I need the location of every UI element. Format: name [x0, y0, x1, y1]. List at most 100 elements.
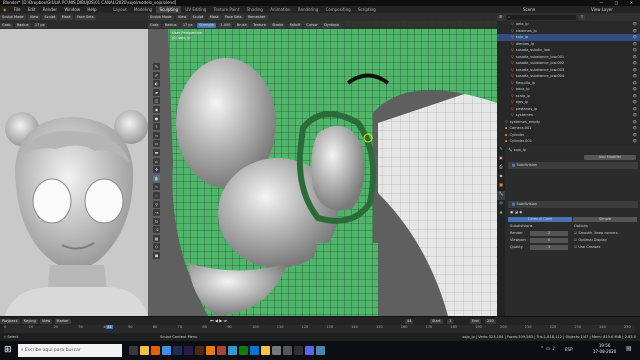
display-toggle-icon[interactable]: ◪	[515, 210, 518, 214]
tab-modeling[interactable]: Modeling	[131, 6, 155, 13]
premiere-icon[interactable]	[184, 346, 193, 355]
simplify-icon[interactable]: ◇	[153, 243, 160, 251]
physics-tab-icon[interactable]: ◎	[497, 200, 505, 209]
modifier-2-name[interactable]: Subdivision	[517, 202, 538, 206]
tab-compositing[interactable]: Compositing	[323, 6, 354, 13]
cloth-icon[interactable]: ▦	[153, 234, 160, 242]
sculpt-mesh-view[interactable]	[148, 13, 497, 316]
winamp-icon[interactable]	[283, 346, 292, 355]
snake-hook-icon[interactable]: ∿	[153, 183, 160, 191]
cursor-dropdown[interactable]: Cursor	[304, 22, 320, 28]
fill-icon[interactable]: ▬	[153, 148, 160, 156]
tab-uv-editing[interactable]: UV Editing	[182, 6, 209, 13]
main-tool-name[interactable]: Grab	[148, 22, 161, 28]
dyntopo-dropdown[interactable]: Dyntopo	[322, 22, 341, 28]
timeline-menu-playback[interactable]: Playback	[0, 318, 20, 324]
tab-texture-paint[interactable]: Texture Paint	[211, 6, 243, 13]
blender-icon[interactable]	[206, 346, 215, 355]
modifier-1-name[interactable]: Subdivision	[517, 163, 538, 167]
pose-icon[interactable]: ⚲	[153, 200, 160, 208]
modifier-tab-icon[interactable]: 🔧	[497, 191, 505, 200]
settings-icon[interactable]	[272, 346, 281, 355]
slide-relax-icon[interactable]: ⤨	[153, 226, 160, 234]
inflate-icon[interactable]: ◉	[153, 105, 160, 113]
brush-dropdown[interactable]: Brush	[234, 22, 249, 28]
rotate-icon[interactable]: ↻	[153, 217, 160, 225]
folder-icon[interactable]	[261, 346, 270, 355]
end-field[interactable]: 250	[485, 318, 496, 324]
option-checkbox[interactable]: ☑ Smooth, keep corners	[574, 230, 618, 237]
menu-file[interactable]: File	[11, 6, 24, 13]
left-menu-mask[interactable]: Mask	[59, 14, 73, 20]
menu-edit[interactable]: Edit	[25, 6, 39, 13]
option-checkbox[interactable]: ☑ Use Creases	[574, 244, 601, 251]
timeline-ruler[interactable]: 0102030405060708090100110120130140150160…	[4, 325, 634, 333]
illustrator-icon[interactable]	[195, 346, 204, 355]
language-indicator[interactable]: ESP	[565, 347, 572, 352]
timeline-menu-view[interactable]: View	[39, 318, 53, 324]
option-checkbox[interactable]: ☑ Optimal Display	[574, 237, 607, 244]
view-layer-selector[interactable]: View Layer	[588, 6, 616, 13]
filter-icon[interactable]: ▽	[578, 14, 586, 20]
main-menu-face-sets[interactable]: Face Sets	[222, 14, 244, 20]
main-strength-field[interactable]: 1.000	[218, 22, 233, 28]
subdivision-level-field[interactable]: 3	[530, 245, 568, 250]
notifications-icon[interactable]: ▤	[626, 345, 632, 352]
modifier-subdivision-1[interactable]: ▦ Subdivision	[508, 162, 638, 169]
left-menu-view[interactable]: View	[27, 14, 41, 20]
main-menu-mask[interactable]: Mask	[207, 14, 221, 20]
left-tool-name[interactable]: Grab	[0, 22, 13, 28]
blob-icon[interactable]: ●	[153, 114, 160, 122]
tab-sculpting[interactable]: Sculpting	[156, 6, 182, 13]
scrape-icon[interactable]: ⌂	[153, 157, 160, 165]
camera-toggle-icon[interactable]: ▣	[510, 210, 513, 214]
draw-icon[interactable]: ✎	[153, 63, 160, 70]
tab-catmull-clark[interactable]: Catmull-Clark	[508, 217, 572, 222]
tab-scripting[interactable]: Scripting	[355, 6, 379, 13]
remesher-button[interactable]: Remesher	[245, 14, 268, 20]
render-tab-icon[interactable]: ▣	[497, 155, 505, 164]
scene-selector[interactable]: Scene	[520, 6, 538, 13]
tab-rendering[interactable]: Rendering	[295, 6, 321, 13]
data-tab-icon[interactable]: ▲	[497, 209, 505, 218]
smooth-icon[interactable]: ≈	[153, 131, 160, 139]
timeline-menu-keying[interactable]: Keying	[21, 318, 38, 324]
timeline-playhead[interactable]: 44	[106, 325, 113, 329]
blender-logo-icon[interactable]: ◉	[0, 6, 10, 13]
left-radius-field[interactable]: 17 px	[32, 22, 47, 28]
tool-tab-icon[interactable]: ✎	[497, 146, 505, 155]
flatten-icon[interactable]: ▭	[153, 140, 160, 148]
subdivision-level-field[interactable]: 2	[530, 231, 568, 236]
texture-dropdown[interactable]: Texture	[251, 22, 268, 28]
main-mode-dropdown[interactable]: Sculpt Mode	[148, 14, 174, 20]
taskbar-clock[interactable]: 19:56 17-08-2020	[593, 343, 616, 355]
falloff-dropdown[interactable]: Falloff	[287, 22, 302, 28]
files-icon[interactable]	[140, 346, 149, 355]
outliner-search-input[interactable]: ⌕	[506, 14, 577, 20]
grab-icon[interactable]: ✋	[153, 174, 160, 182]
output-tab-icon[interactable]: ⎙	[497, 164, 505, 173]
left-menu-face-sets[interactable]: Face Sets	[74, 14, 96, 20]
subdivision-level-field[interactable]: 0	[530, 238, 568, 243]
outliner-display-mode-icon[interactable]: ☰	[497, 14, 505, 20]
left-mode-dropdown[interactable]: Sculpt Mode	[0, 14, 26, 20]
pinch-icon[interactable]: ✣	[153, 166, 160, 174]
main-menu-sculpt[interactable]: Sculpt	[190, 14, 206, 20]
layer-icon[interactable]: ◫	[153, 97, 160, 105]
media-icon[interactable]	[228, 346, 237, 355]
reference-viewport[interactable]: Sculpt Mode View Sculpt Mask Face Sets G…	[0, 13, 148, 316]
left-menu-sculpt[interactable]: Sculpt	[42, 14, 58, 20]
substance-icon[interactable]	[217, 346, 226, 355]
photoshop-icon[interactable]	[173, 346, 182, 355]
clay-strips-icon[interactable]: ▰	[153, 88, 160, 96]
main-3d-viewport[interactable]: Sculpt Mode View Sculpt Mask Face Sets R…	[148, 13, 497, 316]
mail-icon[interactable]	[250, 346, 259, 355]
properties-object-name[interactable]: sojo_lp	[514, 148, 526, 152]
chrome-icon[interactable]	[162, 346, 171, 355]
crease-icon[interactable]: ⌇	[153, 123, 160, 131]
mask-icon[interactable]: ◼	[153, 252, 160, 260]
task-view-icon[interactable]	[129, 346, 138, 355]
menu-help[interactable]: Help	[84, 6, 99, 13]
render-toggle-icon[interactable]: ◉	[519, 210, 522, 214]
timeline-menu-marker[interactable]: Marker	[54, 318, 71, 324]
